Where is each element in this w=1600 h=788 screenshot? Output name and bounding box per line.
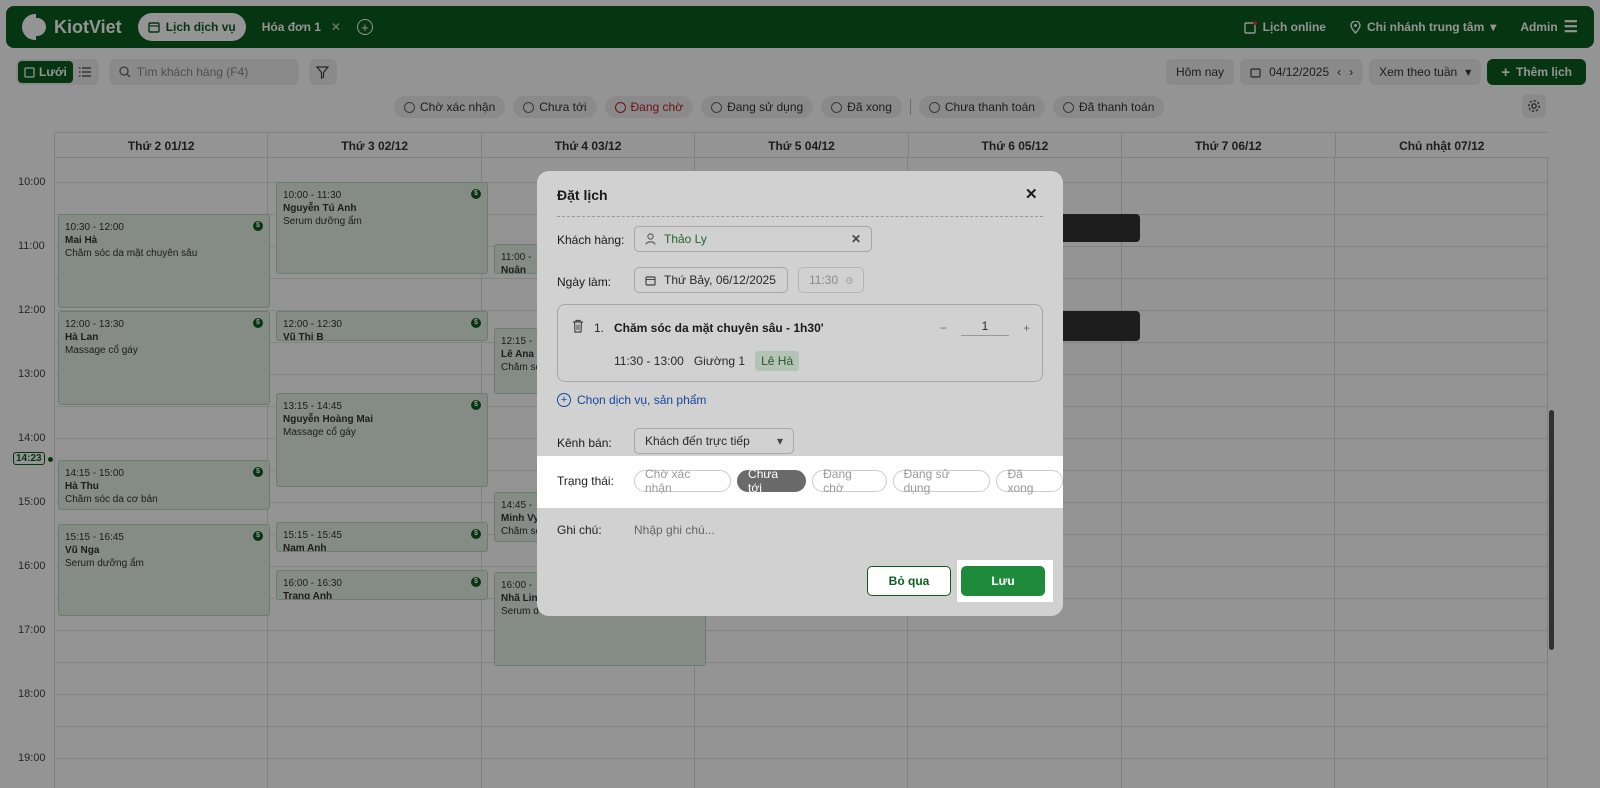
- date-value: Thứ Bảy, 06/12/2025: [664, 273, 776, 287]
- quantity-stepper: − 1 +: [940, 319, 1030, 336]
- note-input[interactable]: Nhập ghi chú...: [634, 523, 1034, 537]
- service-name: Chăm sóc da mặt chuyên sâu - 1h30': [614, 321, 824, 335]
- status-chua-toi[interactable]: Chưa tới: [737, 467, 807, 495]
- status-options: Chờ xác nhận Chưa tới Đang chờ Đang sử d…: [634, 467, 1064, 495]
- channel-value: Khách đến trực tiếp: [645, 434, 750, 448]
- cancel-button[interactable]: Bỏ qua: [867, 566, 951, 596]
- status-dang-su-dung[interactable]: Đang sử dụng: [892, 467, 991, 495]
- service-index: 1.: [594, 321, 605, 335]
- status-section: Trạng thái: Chờ xác nhận Chưa tới Đang c…: [537, 456, 1064, 508]
- divider: [557, 216, 1043, 217]
- add-circle-icon: +: [557, 393, 571, 407]
- close-icon[interactable]: ✕: [1025, 185, 1038, 203]
- caret-down-icon: ▾: [776, 434, 783, 448]
- user-icon: [645, 233, 656, 245]
- dialog-title: Đặt lịch: [557, 187, 608, 203]
- save-button[interactable]: Lưu: [961, 566, 1045, 596]
- trash-icon[interactable]: [572, 319, 584, 333]
- save-button-area: Lưu: [957, 560, 1053, 602]
- minus-icon[interactable]: −: [940, 321, 947, 335]
- time-value: 11:30: [809, 273, 839, 287]
- channel-label: Kênh bán:: [557, 436, 612, 450]
- service-details: 11:30 - 13:00 Giường 1 Lê Hà: [614, 351, 800, 371]
- staff-chip[interactable]: Lê Hà: [755, 351, 800, 371]
- quantity-value[interactable]: 1: [961, 319, 1010, 336]
- customer-field[interactable]: Thảo Ly ✕: [634, 226, 872, 252]
- date-field[interactable]: Thứ Bảy, 06/12/2025: [634, 267, 788, 293]
- service-bed[interactable]: Giường 1: [694, 354, 745, 368]
- booking-dialog: Đặt lịch ✕ Khách hàng: Thảo Ly ✕ Ngày là…: [537, 171, 1064, 616]
- note-label: Ghi chú:: [557, 523, 602, 537]
- plus-icon[interactable]: +: [1023, 321, 1030, 335]
- add-service-link[interactable]: + Chọn dịch vụ, sản phẩm: [557, 393, 706, 407]
- sales-channel-select[interactable]: Khách đến trực tiếp ▾: [634, 428, 794, 454]
- service-item: 1. Chăm sóc da mặt chuyên sâu - 1h30' − …: [557, 304, 1043, 382]
- status-label: Trạng thái:: [557, 474, 614, 488]
- status-dang-cho[interactable]: Đang chờ: [812, 467, 887, 495]
- customer-name: Thảo Ly: [664, 232, 707, 246]
- clock-icon: [846, 276, 853, 284]
- status-cho-xac-nhan[interactable]: Chờ xác nhận: [634, 467, 732, 495]
- service-time-range: 11:30 - 13:00: [614, 354, 684, 368]
- customer-label: Khách hàng:: [557, 233, 625, 247]
- add-service-label: Chọn dịch vụ, sản phẩm: [577, 393, 707, 407]
- time-field[interactable]: 11:30: [798, 267, 864, 293]
- status-da-xong[interactable]: Đã xong: [996, 467, 1064, 495]
- date-label: Ngày làm:: [557, 275, 612, 289]
- clear-customer-icon[interactable]: ✕: [851, 232, 861, 246]
- calendar-icon: [645, 275, 656, 286]
